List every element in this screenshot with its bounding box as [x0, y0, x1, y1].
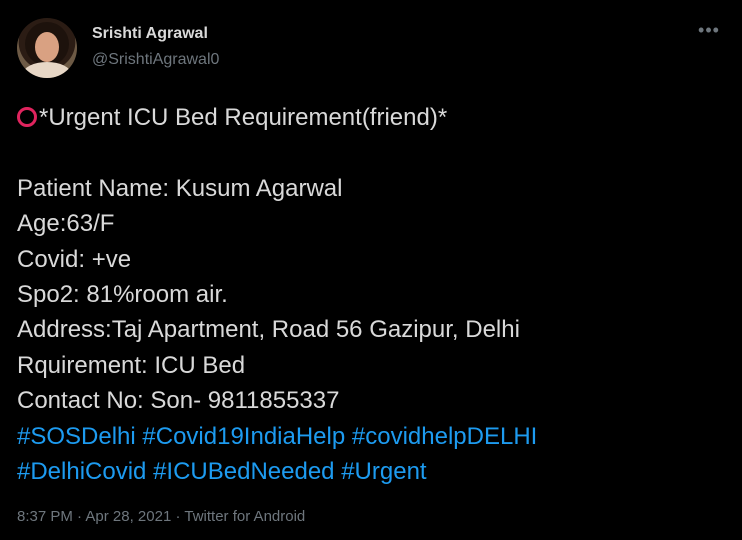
author-handle[interactable]: @SrishtiAgrawal0: [92, 51, 219, 69]
hashtag-delhicovid[interactable]: #DelhiCovid: [17, 458, 146, 485]
more-options-icon[interactable]: •••: [697, 21, 721, 42]
tweet-header: Srishti Agrawal @SrishtiAgrawal0 •••: [17, 18, 725, 82]
meta-separator: ·: [77, 508, 83, 525]
tweet-meta: 8:37 PM · Apr 28, 2021 · Twitter for And…: [17, 508, 305, 525]
patient-name-line: Patient Name: Kusum Agarwal: [17, 174, 343, 202]
tweet-source[interactable]: Twitter for Android: [184, 508, 305, 525]
hollow-red-circle-icon: [17, 107, 37, 127]
hashtag-urgent[interactable]: #Urgent: [341, 458, 426, 485]
hashtag-icubedneeded[interactable]: #ICUBedNeeded: [153, 458, 334, 485]
meta-separator: ·: [175, 508, 181, 525]
tweet-date[interactable]: Apr 28, 2021: [85, 508, 171, 525]
requirement-line: Rquirement: ICU Bed: [17, 351, 246, 379]
tweet-headline: *Urgent ICU Bed Requirement(friend)*: [39, 104, 448, 131]
tweet-body: *Urgent ICU Bed Requirement(friend)* Pat…: [17, 100, 727, 489]
contact-line: Contact No: Son- 9811855337: [17, 387, 340, 415]
hashtag-row-1: #SOSDelhi #Covid19IndiaHelp #covidhelpDE…: [17, 419, 727, 454]
hashtag-covidhelpdelhi[interactable]: #covidhelpDELHI: [352, 423, 537, 450]
covid-line: Covid: +ve: [17, 245, 132, 273]
avatar-face: [35, 32, 59, 62]
hashtag-row-2: #DelhiCovid #ICUBedNeeded #Urgent: [17, 454, 727, 489]
hashtag-sosdelhi[interactable]: #SOSDelhi: [17, 423, 136, 450]
hashtag-covid19indiahelp[interactable]: #Covid19IndiaHelp: [142, 423, 345, 450]
avatar-shirt: [23, 62, 71, 78]
address-line: Address:Taj Apartment, Road 56 Gazipur, …: [17, 316, 520, 344]
age-line: Age:63/F: [17, 210, 115, 238]
tweet-time[interactable]: 8:37 PM: [17, 508, 73, 525]
spo2-line: Spo2: 81%room air.: [17, 281, 228, 309]
avatar[interactable]: [17, 18, 77, 78]
tweet-headline-line: *Urgent ICU Bed Requirement(friend)*: [17, 100, 727, 135]
author-name[interactable]: Srishti Agrawal: [92, 25, 208, 43]
